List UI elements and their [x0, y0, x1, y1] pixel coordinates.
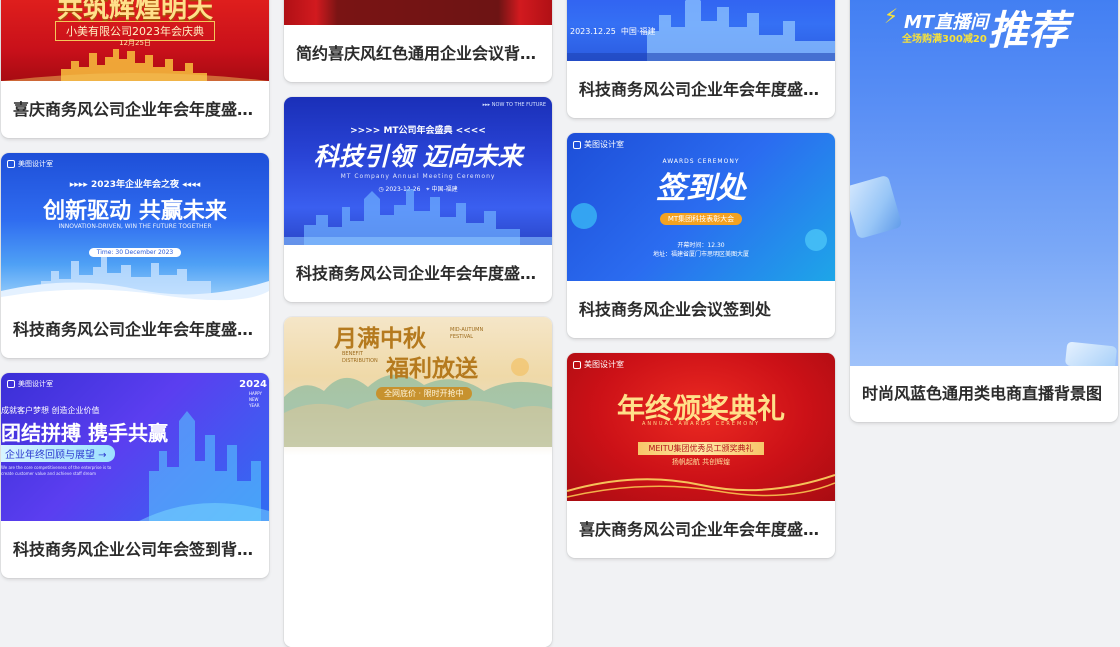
poster-time: 开幕时间：12.30	[677, 242, 725, 249]
decor-circle	[805, 229, 827, 251]
poster-year: 2024	[239, 379, 267, 390]
brand-label: 美图设计室	[18, 380, 53, 388]
poster-pill: MT集团科技表彰大会	[659, 213, 743, 225]
template-card-1[interactable]: 共筑辉煌明天 小美有限公司2023年会庆典 12月25日 喜庆商务风公司企业年会…	[1, 0, 269, 138]
poster-kicker: >>>> MT公司年会盛典 <<<<	[350, 126, 486, 136]
template-thumbnail[interactable]: 共筑辉煌明天 小美有限公司2023年会庆典 12月25日	[1, 0, 269, 81]
meitu-logo-icon	[573, 140, 581, 149]
brand-logo: 美图设计室	[7, 379, 53, 389]
brand-label: 美图设计室	[584, 140, 624, 149]
gold-city-skyline	[1, 49, 269, 81]
template-thumbnail[interactable]	[284, 0, 552, 25]
poster-address: 地址：福建省厦门市思明区美图大厦	[652, 251, 749, 258]
template-card-6[interactable]: 月满中秋 MID-AUTUMN FESTIVAL BENEFIT DISTRIB…	[284, 317, 552, 647]
poster-corner-text: NOW TO THE FUTURE	[491, 102, 546, 108]
template-card-10[interactable]: ⚡ MT直播间 全场购满300减20 推荐 时尚风蓝色通用类电商直播背景图	[850, 0, 1118, 422]
meitu-logo-icon	[573, 360, 581, 369]
template-title[interactable]: 科技商务风企业会议签到处	[579, 296, 821, 320]
template-card-3[interactable]: 美图设计室 2024 HAPPY NEW YEAR 成就客户梦想 创造企业价值 …	[1, 373, 269, 578]
brand-logo: 美图设计室	[7, 159, 53, 169]
poster-headline: 创新驱动 共赢未来	[43, 199, 227, 224]
meitu-logo-icon	[7, 160, 15, 168]
poster-pill: 全网底价 · 限时开抢中	[376, 387, 472, 400]
template-card-4[interactable]: 简约喜庆风红色通用企业会议背景板	[284, 0, 552, 82]
template-thumbnail[interactable]: 美图设计室 年终颁奖典礼 ANNUAL AWARDS CEREMONY MEIT…	[567, 353, 835, 501]
poster-english: INNOVATION-DRIVEN, WIN THE FUTURE TOGETH…	[58, 223, 212, 230]
poster-english: ANNUAL AWARDS CEREMONY	[641, 421, 760, 427]
template-title[interactable]: 科技商务风企业公司年会签到背景墙	[13, 536, 255, 560]
brand-label: 美图设计室	[584, 360, 624, 369]
template-thumbnail[interactable]: 美图设计室 2024 HAPPY NEW YEAR 成就客户梦想 创造企业价值 …	[1, 373, 269, 521]
poster-kicker-text: 2023年企业年会之夜	[90, 180, 180, 190]
poster-en-2: BENEFIT DISTRIBUTION	[342, 351, 378, 364]
neon-city-skyline	[139, 411, 269, 521]
poster-smallprint: We are the core competitiveness of the e…	[1, 465, 112, 476]
template-thumbnail[interactable]: ⚡ MT直播间 全场购满300减20 推荐	[850, 0, 1118, 366]
template-thumbnail[interactable]: 美图设计室 AWARDS CEREMONY 签到处 MT集团科技表彰大会 开幕时…	[567, 133, 835, 281]
template-card-9[interactable]: 美图设计室 年终颁奖典礼 ANNUAL AWARDS CEREMONY MEIT…	[567, 353, 835, 558]
brand-label: 美图设计室	[18, 160, 53, 168]
ice-cube-decoration	[850, 174, 903, 240]
poster-place: 中国·福建	[620, 27, 656, 36]
template-thumbnail[interactable]: 2023.12.25 中国·福建	[567, 0, 835, 61]
template-title[interactable]: 科技商务风公司企业年会年度盛典展板	[579, 76, 821, 100]
template-card-7[interactable]: 2023.12.25 中国·福建 科技商务风公司企业年会年度盛典展板	[567, 0, 835, 118]
poster-headline-2: 福利放送	[386, 355, 478, 382]
template-title[interactable]: 简约喜庆风红色通用企业会议背景板	[296, 40, 538, 64]
gold-ribbons	[567, 474, 835, 498]
poster-kicker: ▸▸▸▸ 2023年企业年会之夜 ◂◂◂◂	[69, 180, 201, 190]
template-title[interactable]: 喜庆商务风公司企业年会年度盛典展板	[579, 516, 821, 540]
template-card-2[interactable]: 美图设计室 ▸▸▸▸ 2023年企业年会之夜 ◂◂◂◂ 创新驱动 共赢未来 IN…	[1, 153, 269, 358]
ice-cube-decoration	[1064, 341, 1118, 366]
template-title[interactable]: 喜庆商务风公司企业年会年度盛典背景板	[13, 96, 255, 120]
poster-kicker-text: MT公司年会盛典	[383, 126, 453, 136]
glowing-city-skyline	[284, 189, 552, 245]
template-title[interactable]: 时尚风蓝色通用类电商直播背景图	[862, 380, 1104, 404]
template-card-8[interactable]: 美图设计室 AWARDS CEREMONY 签到处 MT集团科技表彰大会 开幕时…	[567, 133, 835, 338]
poster-headline-1: 月满中秋	[334, 325, 426, 352]
template-card-5[interactable]: ▸▸▸ NOW TO THE FUTURE >>>> MT公司年会盛典 <<<<…	[284, 97, 552, 302]
poster-pill: MEITU集团优秀员工颁奖典礼	[638, 442, 764, 455]
template-thumbnail[interactable]: ▸▸▸ NOW TO THE FUTURE >>>> MT公司年会盛典 <<<<…	[284, 97, 552, 245]
poster-slogan: 成就客户梦想 创造企业价值	[1, 406, 100, 415]
poster-corner-tag: ▸▸▸ NOW TO THE FUTURE	[482, 102, 546, 108]
poster-pill-wrap: MT集团科技表彰大会	[567, 206, 835, 225]
brand-logo: 美图设计室	[573, 139, 624, 150]
poster-review-pill: 企业年终回顾与展望 →	[1, 445, 115, 462]
brand-logo: 美图设计室	[573, 359, 624, 370]
meitu-logo-icon	[7, 380, 15, 388]
poster-headline: 科技引领 迈向未来	[313, 142, 523, 171]
recommend-headline: 推荐	[988, 8, 1068, 54]
poster-en-1: MID-AUTUMN FESTIVAL	[450, 327, 484, 340]
poster-english: MT Company Annual Meeting Ceremony	[340, 173, 496, 180]
template-thumbnail[interactable]: 美图设计室 ▸▸▸▸ 2023年企业年会之夜 ◂◂◂◂ 创新驱动 共赢未来 IN…	[1, 153, 269, 301]
poster-headline: 签到处	[656, 171, 746, 206]
poster-date-place: 2023.12.25 中国·福建	[570, 26, 655, 37]
live-promo-text: 全场购满300减20	[902, 34, 987, 45]
template-title[interactable]: 科技商务风公司企业年会年度盛典展板	[13, 316, 255, 340]
poster-date: 2023.12.25	[570, 27, 616, 36]
poster-pill-wrap: MEITU集团优秀员工颁奖典礼	[567, 436, 835, 455]
decor-circle	[571, 203, 597, 229]
lightning-icon: ⚡	[884, 4, 899, 28]
template-title[interactable]: 科技商务风公司企业年会年度盛典展板	[296, 260, 538, 284]
blue-city-waves	[1, 257, 269, 301]
template-thumbnail[interactable]: 月满中秋 MID-AUTUMN FESTIVAL BENEFIT DISTRIB…	[284, 317, 552, 647]
